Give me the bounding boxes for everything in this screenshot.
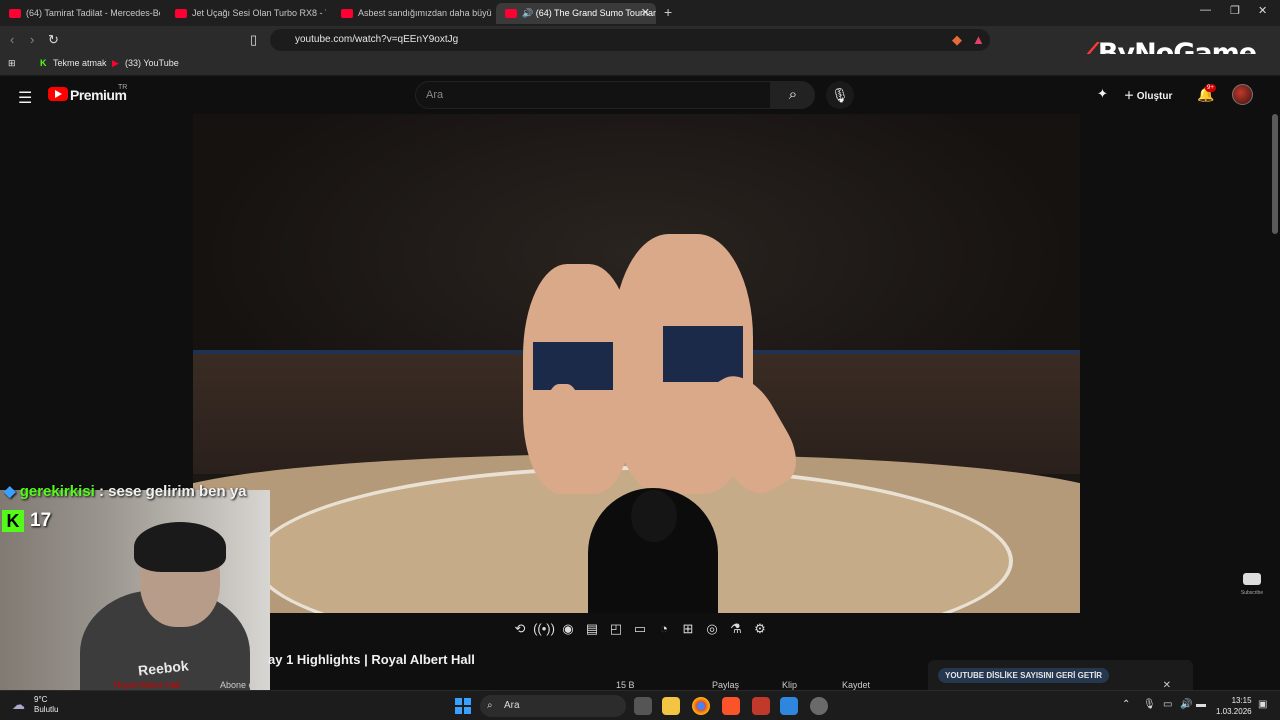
brave-icon[interactable] (722, 697, 740, 715)
notification-center-icon[interactable]: ▣ (1258, 699, 1267, 710)
task-view-icon[interactable] (634, 697, 652, 715)
chat-username: gerekirkisi (19, 483, 95, 500)
vscode-icon[interactable] (780, 697, 798, 715)
forward-icon[interactable]: › (30, 32, 34, 47)
app-icon[interactable] (752, 697, 770, 715)
kick-logo-icon: K (2, 510, 24, 532)
microphone-icon: 🎙 (831, 87, 849, 103)
video-player[interactable] (193, 114, 1080, 613)
taskbar-search[interactable]: ⌕ Ara (480, 695, 626, 717)
video-extension-toolbar: ⟲ ((•)) ◉ ▤ ◰ ▭ ◔ ⊞ ◎ ⚗ ⚙ (508, 620, 772, 638)
referee-head (631, 490, 677, 542)
channel-name[interactable]: Royal Albert Hall (114, 680, 181, 690)
youtube-favicon-icon: ▶ (112, 58, 119, 68)
speaker-icon: 🔊 (522, 8, 536, 18)
video-title: ay 1 Highlights | Royal Albert Hall (268, 652, 475, 667)
bookmark-kick[interactable]: Tekme atmak (53, 58, 107, 68)
browser-tab-active[interactable]: 🔊 (64) The Grand Sumo Tournam ✕ (496, 3, 656, 24)
cube-icon: ◆ (4, 483, 20, 500)
like-count[interactable]: 15 B (616, 680, 635, 690)
network-icon[interactable]: ▭ (1163, 699, 1172, 710)
plus-icon: ＋ (1124, 91, 1137, 102)
youtube-favicon-icon (175, 9, 187, 18)
youtube-logo-icon[interactable] (48, 87, 68, 101)
clip-button[interactable]: Klip (782, 680, 797, 690)
start-button[interactable] (455, 698, 471, 714)
minimize-icon[interactable]: — (1200, 4, 1211, 16)
streamer-hair (134, 522, 226, 572)
rewards-icon[interactable]: ▲ (972, 32, 985, 47)
pip-icon[interactable]: ◰ (604, 621, 628, 637)
browser-tab-bar: (64) Tamirat Tadilat - Mercedes-Benz Jet… (0, 0, 1280, 26)
youtube-favicon-icon (9, 9, 21, 18)
search-icon: ⌕ (788, 86, 798, 103)
browser-tab[interactable]: Jet Uçağı Sesi Olan Turbo RX8 - YouT (166, 3, 326, 24)
loop-icon[interactable]: ⟲ (508, 621, 532, 637)
bookmark-icon[interactable]: ▯ (250, 32, 257, 48)
youtube-subscribe-icon (1243, 573, 1261, 585)
search-button[interactable]: ⌕ (771, 81, 815, 109)
close-tab-icon[interactable]: ✕ (641, 3, 650, 24)
weather-widget[interactable]: 9°C Bulutlu (34, 695, 58, 715)
return-dislike-button[interactable]: YOUTUBE DİSLİKE SAYISINI GERİ GETİR (938, 668, 1110, 683)
search-icon: ⌕ (487, 700, 493, 711)
kick-favicon-icon: K (40, 58, 47, 68)
apps-grid-icon[interactable]: ⊞ (8, 58, 16, 69)
youtube-header: ☰ Premium TR Ara ⌕ 🎙 ✦ ＋ Oluştur 🔔 9+ (0, 76, 1280, 114)
window-close-icon[interactable]: ✕ (1258, 4, 1267, 17)
screenshot-icon[interactable]: ◎ (700, 621, 724, 637)
bookmark-youtube[interactable]: (33) YouTube (125, 58, 179, 68)
flask-icon[interactable]: ⚗ (724, 621, 748, 637)
volume-icon[interactable]: 🔊 (1180, 699, 1192, 710)
windows-taskbar: ☁ 9°C Bulutlu ⌕ Ara ⌃ 🎙 ▭ 🔊 ▬ 13:15 1.03.20… (0, 690, 1280, 720)
wrestler-leg (543, 384, 583, 494)
eye-icon[interactable]: ◉ (556, 621, 580, 637)
extension-icon[interactable]: ✦ (1097, 86, 1108, 102)
cinema-icon[interactable]: ▤ (580, 621, 604, 637)
browser-tab[interactable]: (64) Tamirat Tadilat - Mercedes-Benz (0, 3, 160, 24)
chat-text: : sese gelirim ben ya (98, 483, 247, 500)
chrome-icon[interactable] (692, 697, 710, 715)
back-icon[interactable]: ‹ (10, 32, 14, 47)
avatar[interactable] (1232, 84, 1253, 105)
add-icon[interactable]: ⊞ (676, 621, 700, 637)
browser-tab[interactable]: Asbest sandığımızdan daha büyük bi (332, 3, 492, 24)
dislike-banner: YOUTUBE DİSLİKE SAYISINI GERİ GETİR ✕ (928, 660, 1193, 694)
mawashi-right (663, 326, 743, 382)
gear-icon[interactable]: ⚙ (748, 621, 772, 637)
subscribe-watermark[interactable]: Subscribe (1238, 572, 1266, 596)
new-tab-button[interactable]: + (664, 4, 672, 20)
url-field[interactable]: youtube.com/watch?v=qEEnY9oxtJg (270, 29, 990, 51)
reload-icon[interactable]: ↻ (48, 32, 59, 48)
speed-icon[interactable]: ◔ (652, 621, 676, 636)
region-code: TR (118, 84, 128, 91)
audio-icon[interactable]: ((•)) (532, 621, 556, 636)
system-clock[interactable]: 13:15 1.03.2026 (1216, 695, 1252, 717)
subscribe-button[interactable]: Abone ol (220, 680, 256, 690)
voice-search-button[interactable]: 🎙 (826, 81, 854, 109)
notification-badge: 9+ (1205, 84, 1216, 92)
file-explorer-icon[interactable] (662, 697, 680, 715)
youtube-favicon-icon (505, 9, 517, 18)
brave-shield-icon[interactable]: ◆ (952, 32, 962, 48)
share-button[interactable]: Paylaş (712, 680, 739, 690)
viewer-count: 17 (30, 510, 52, 531)
obs-icon[interactable] (810, 697, 828, 715)
hamburger-menu-icon[interactable]: ☰ (18, 88, 32, 108)
search-input[interactable]: Ara (415, 81, 771, 109)
youtube-favicon-icon (341, 9, 353, 18)
mawashi-left (533, 342, 613, 390)
page-scrollbar[interactable] (1272, 114, 1278, 234)
bookmarks-bar: ⊞ K Tekme atmak ▶ (33) YouTube (0, 54, 1280, 76)
chat-message: ◆ gerekirkisi : sese gelirim ben ya (4, 482, 247, 500)
microphone-icon[interactable]: 🎙 (1143, 699, 1156, 710)
save-button[interactable]: Kaydet (842, 680, 870, 690)
battery-icon[interactable]: ▬ (1196, 699, 1206, 710)
weather-icon: ☁ (12, 697, 25, 712)
chevron-up-icon[interactable]: ⌃ (1122, 699, 1130, 710)
restore-icon[interactable]: ❐ (1230, 4, 1240, 17)
create-button[interactable]: ＋ Oluştur (1124, 87, 1172, 102)
theater-icon[interactable]: ▭ (628, 621, 652, 637)
